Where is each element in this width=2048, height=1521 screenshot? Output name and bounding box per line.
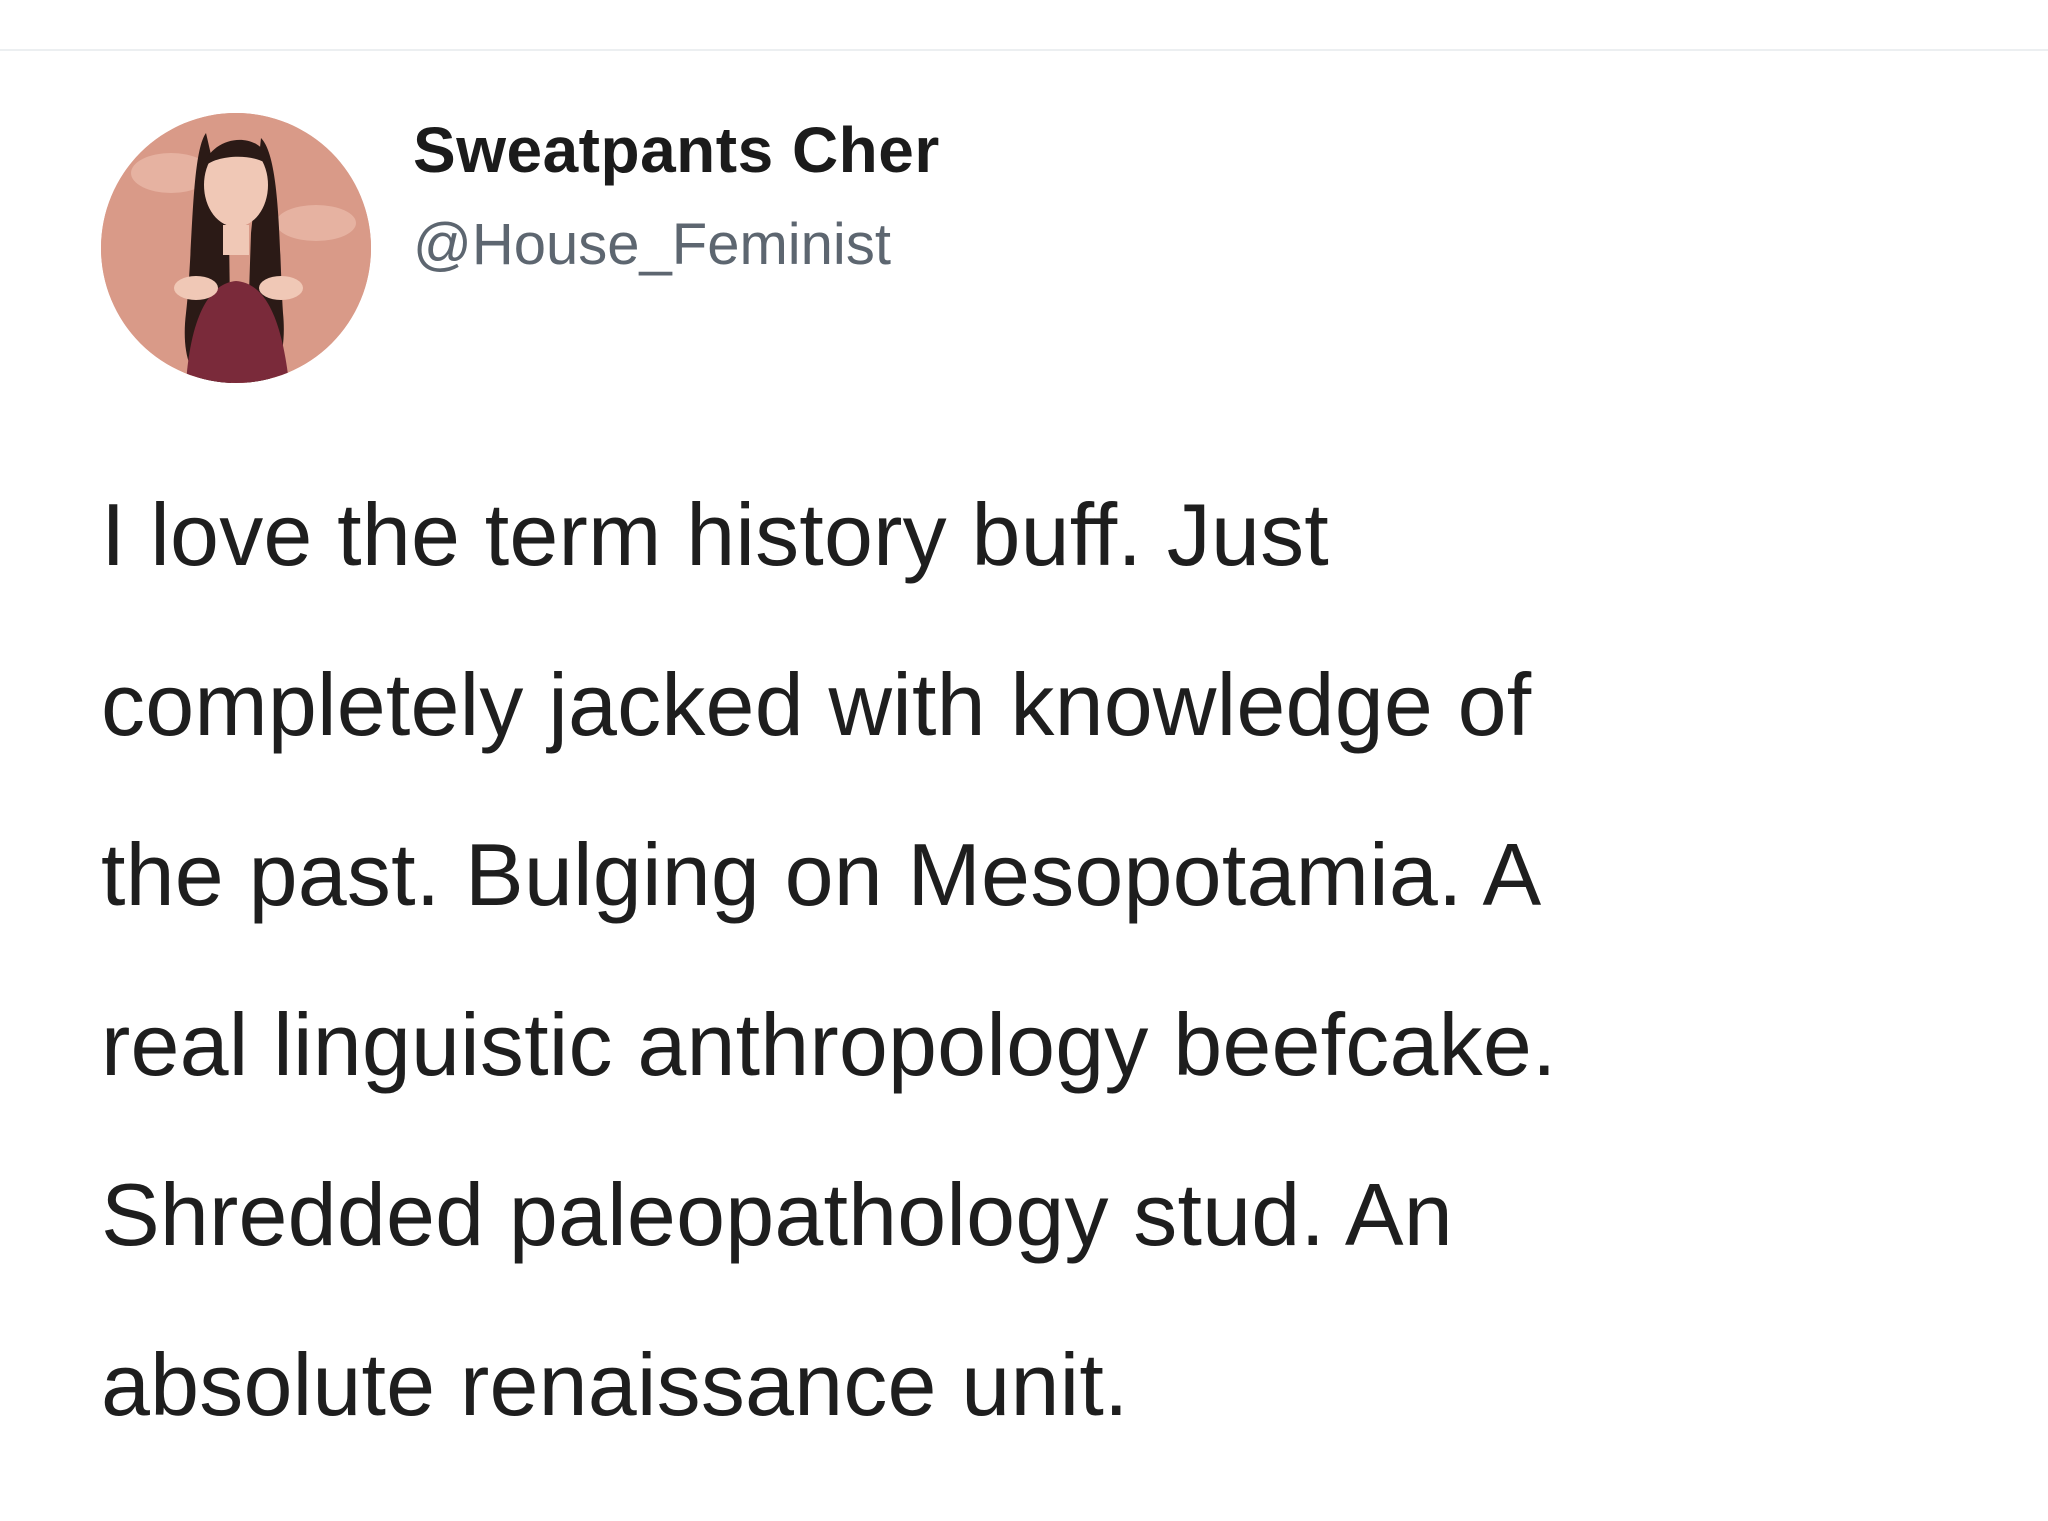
tweet-card: Sweatpants Cher @House_Feminist I love t… — [0, 51, 2048, 1521]
tweet-text-line: Shredded paleopathology stud. An — [101, 1165, 1453, 1264]
profile-photo-icon[interactable] — [101, 113, 371, 383]
tweet-text-line: absolute renaissance unit. — [101, 1335, 1129, 1434]
author-handle[interactable]: @House_Feminist — [413, 211, 891, 278]
tweet-text-line: completely jacked with knowledge of — [101, 655, 1532, 754]
tweet-text-line: real linguistic anthropology beefcake. — [101, 995, 1557, 1094]
tweet-text: I love the term history buff. Just compl… — [101, 450, 1951, 1470]
author-display-name[interactable]: Sweatpants Cher — [413, 113, 940, 187]
tweet-text-line: the past. Bulging on Mesopotamia. A — [101, 825, 1542, 924]
tweet-text-line: I love the term history buff. Just — [101, 485, 1329, 584]
